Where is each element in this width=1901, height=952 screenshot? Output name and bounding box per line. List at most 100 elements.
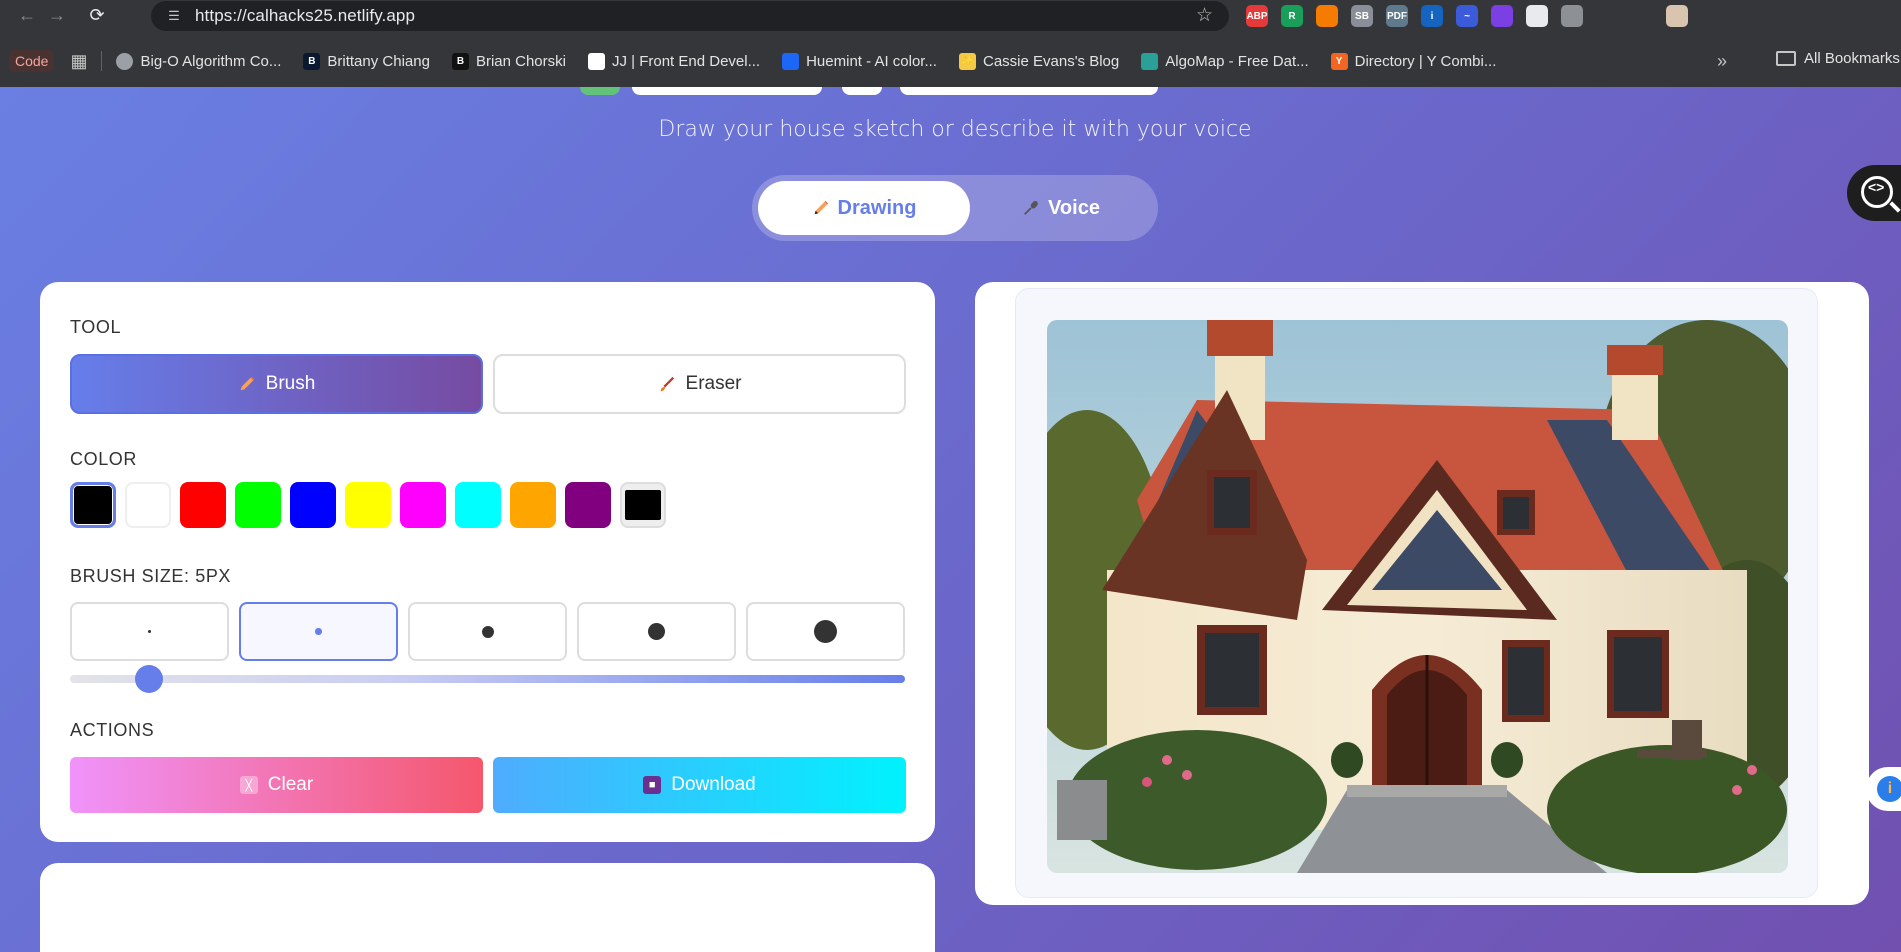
brush-size-dot — [481, 625, 494, 638]
apps-grid-icon[interactable]: ▦ — [70, 51, 87, 72]
color-swatch[interactable] — [125, 482, 171, 528]
all-bookmarks[interactable]: All Bookmarks — [1776, 50, 1900, 67]
paintbrush-icon — [660, 376, 674, 392]
actions-section-label: ACTIONS — [70, 720, 155, 740]
more-bookmarks-icon[interactable]: » — [1717, 51, 1727, 72]
bookmark-item[interactable]: B Brian Chorski — [451, 52, 566, 70]
microphone-icon — [1024, 201, 1038, 215]
globe-icon — [116, 52, 134, 70]
brush-size-option[interactable] — [70, 602, 229, 661]
brush-size-option[interactable] — [408, 602, 567, 661]
sb-ext-icon[interactable]: SB — [1351, 5, 1373, 27]
search-ext-icon[interactable] — [1631, 5, 1653, 27]
drawing-mode-button[interactable]: Drawing — [758, 181, 970, 235]
custom-color-picker[interactable] — [620, 482, 666, 528]
huemint-icon — [782, 52, 800, 70]
bookmark-label: JJ | Front End Devel... — [611, 52, 761, 70]
folder-icon — [1776, 51, 1796, 66]
drawing-canvas-card[interactable] — [40, 863, 935, 952]
bookmark-item[interactable]: B Brittany Chiang — [303, 52, 430, 70]
brush-size-option[interactable] — [746, 602, 905, 661]
floating-assistant-bubble[interactable]: i — [1866, 767, 1901, 811]
brush-size-option[interactable] — [239, 602, 398, 661]
color-swatch[interactable] — [345, 482, 391, 528]
brush-size-slider[interactable] — [70, 665, 905, 693]
voice-mode-button[interactable]: Voice — [970, 181, 1152, 235]
inspector-extension-tab[interactable]: <> — [1847, 165, 1901, 221]
pdf-ext-icon[interactable]: PDF — [1386, 5, 1408, 27]
color-swatch[interactable] — [235, 482, 281, 528]
openai-ext-icon[interactable] — [1526, 5, 1548, 27]
bookmark-item[interactable]: AlgoMap - Free Dat... — [1141, 52, 1309, 70]
chat-ext-icon[interactable] — [1491, 5, 1513, 27]
assistant-icon: i — [1877, 776, 1901, 802]
extensions-bar: ABP R SB PDF i ~ — [1246, 3, 1688, 29]
info-ext-icon[interactable]: i — [1421, 5, 1443, 27]
yc-icon: Y — [1330, 52, 1348, 70]
generated-house-image — [1047, 320, 1788, 873]
address-bar[interactable]: ☰ https://calhacks25.netlify.app ☆ — [151, 1, 1229, 31]
wave-ext-icon[interactable]: ~ — [1456, 5, 1478, 27]
r-ext-icon[interactable]: R — [1281, 5, 1303, 27]
back-icon[interactable]: ← — [12, 1, 42, 31]
title-fragment — [632, 87, 822, 95]
color-swatch[interactable] — [180, 482, 226, 528]
bookmark-code[interactable]: Code — [9, 50, 55, 72]
bookmark-label: Huemint - AI color... — [806, 52, 937, 70]
brush-size-options — [70, 602, 905, 661]
title-fragment — [900, 87, 1158, 95]
abp-icon[interactable]: ABP — [1246, 5, 1268, 27]
b-icon: B — [451, 52, 469, 70]
download-button[interactable]: ■ Download — [493, 757, 906, 813]
mode-toggle: Drawing Voice — [752, 175, 1158, 241]
color-swatch[interactable] — [400, 482, 446, 528]
calendar-ext-icon[interactable] — [1316, 5, 1338, 27]
bookmark-item[interactable]: Y Directory | Y Combi... — [1330, 52, 1497, 70]
pencil-icon — [814, 200, 828, 215]
download-label: Download — [671, 774, 756, 795]
edit-ext-icon[interactable] — [1561, 5, 1583, 27]
url-text[interactable]: https://calhacks25.netlify.app — [195, 6, 415, 26]
clear-label: Clear — [267, 774, 314, 795]
color-swatch[interactable] — [70, 482, 116, 528]
bookmark-label: Directory | Y Combi... — [1354, 52, 1497, 70]
slider-thumb[interactable] — [135, 665, 163, 693]
profile-avatar-icon[interactable] — [1666, 5, 1688, 27]
brush-tool-button[interactable]: Brush — [70, 354, 483, 414]
sparkle-icon: ✨ — [958, 52, 976, 70]
bookmark-item[interactable]: Huemint - AI color... — [782, 52, 937, 70]
b-icon: B — [303, 52, 321, 70]
eraser-tool-button[interactable]: Eraser — [493, 354, 906, 414]
bookmarks-bar: Code ▦ Big-O Algorithm Co... B Brittany Ch… — [0, 44, 1901, 78]
app-page: Draw your house sketch or describe it wi… — [0, 87, 1901, 952]
page-icon — [587, 52, 605, 70]
code-icon: <> — [1868, 179, 1885, 195]
reload-icon[interactable]: ⟳ — [82, 1, 112, 31]
bookmark-item[interactable]: Big-O Algorithm Co... — [116, 52, 281, 70]
house-illustration — [1047, 320, 1788, 873]
forward-icon[interactable]: → — [42, 1, 72, 31]
bookmark-label: Brian Chorski — [475, 52, 566, 70]
bookmark-item[interactable]: JJ | Front End Devel... — [587, 52, 761, 70]
algomap-icon — [1141, 52, 1159, 70]
bookmark-label: Brittany Chiang — [327, 52, 430, 70]
color-swatch[interactable] — [455, 482, 501, 528]
site-settings-icon[interactable]: ☰ — [163, 5, 185, 27]
color-swatch[interactable] — [290, 482, 336, 528]
clear-button[interactable]: ╳ Clear — [70, 757, 483, 813]
color-swatch[interactable] — [510, 482, 556, 528]
puzzle-ext-icon[interactable] — [1596, 5, 1618, 27]
brush-size-dot — [814, 620, 837, 643]
trash-icon: ╳ — [239, 776, 258, 794]
page-title-cutoff — [580, 87, 1340, 97]
brush-size-option[interactable] — [577, 602, 736, 661]
tool-section-label: TOOL — [70, 317, 122, 337]
color-swatch[interactable] — [565, 482, 611, 528]
picker-color-preview — [625, 490, 661, 520]
bookmark-star-icon[interactable]: ☆ — [1196, 4, 1213, 27]
preview-frame — [1015, 288, 1818, 898]
brush-size-dot — [315, 628, 322, 635]
floppy-disk-icon: ■ — [643, 776, 662, 794]
bookmark-item[interactable]: ✨ Cassie Evans's Blog — [958, 52, 1119, 70]
browser-toolbar: ← → ⟳ ☰ https://calhacks25.netlify.app ☆… — [0, 0, 1901, 31]
